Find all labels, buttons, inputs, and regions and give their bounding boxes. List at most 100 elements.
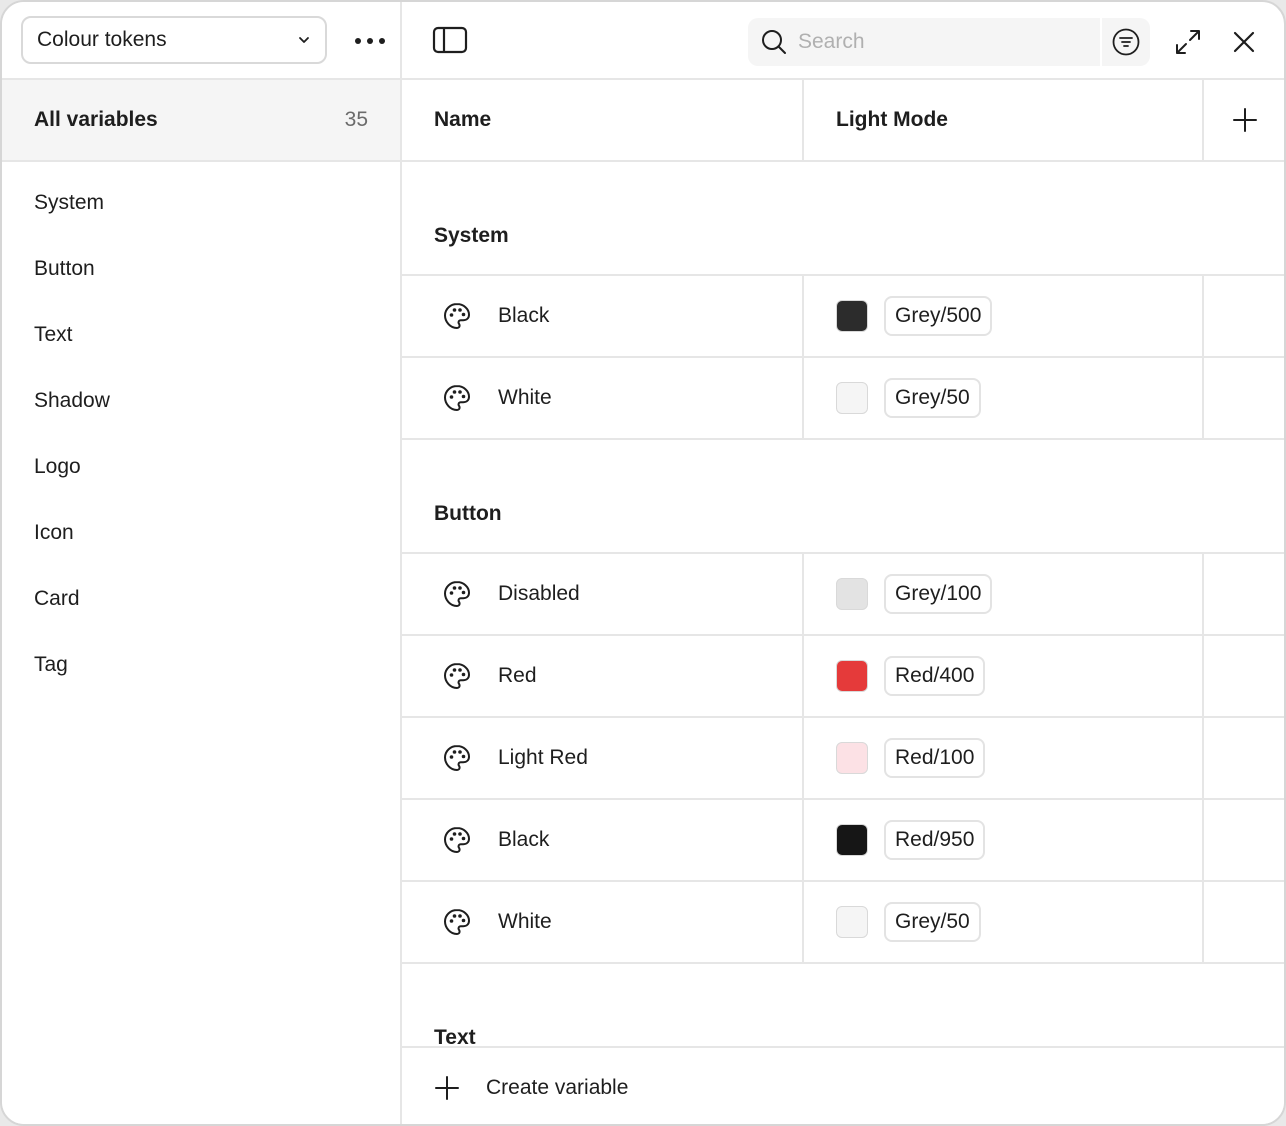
add-mode-button[interactable] <box>1204 80 1284 160</box>
empty-cell <box>1204 800 1284 880</box>
variable-name: White <box>498 910 552 933</box>
sidebar-toggle-icon <box>432 26 468 54</box>
sidebar-item-shadow[interactable]: Shadow <box>2 368 400 434</box>
color-swatch <box>836 742 868 774</box>
section-header: Button <box>402 440 1284 554</box>
sidebar-item-logo[interactable]: Logo <box>2 434 400 500</box>
search-icon <box>762 30 786 54</box>
variable-value-cell[interactable]: Red/400 <box>804 636 1204 716</box>
palette-icon <box>443 908 471 936</box>
all-variables-item[interactable]: All variables 35 <box>2 80 400 162</box>
empty-cell <box>1204 554 1284 634</box>
variable-value-cell[interactable]: Grey/500 <box>804 276 1204 356</box>
alias-pill[interactable]: Grey/50 <box>884 902 981 942</box>
section-header: System <box>402 162 1284 276</box>
variable-name: White <box>498 386 552 409</box>
collection-dropdown-label: Colour tokens <box>37 28 167 51</box>
expand-button[interactable] <box>1170 24 1206 60</box>
search-input[interactable] <box>798 30 1078 54</box>
variable-name-cell: Black <box>402 276 804 356</box>
table-row[interactable]: Black Grey/500 <box>402 276 1284 358</box>
table-row[interactable]: White Grey/50 <box>402 358 1284 440</box>
alias-pill[interactable]: Grey/100 <box>884 574 993 614</box>
sidebar-item-icon[interactable]: Icon <box>2 500 400 566</box>
column-header-name[interactable]: Name <box>402 80 804 160</box>
palette-icon <box>443 744 471 772</box>
variable-value-cell[interactable]: Red/100 <box>804 718 1204 798</box>
sidebar: Colour tokens All variables 35 System Bu… <box>2 2 402 1124</box>
more-icon <box>355 38 385 44</box>
collection-dropdown[interactable]: Colour tokens <box>21 16 327 64</box>
palette-icon <box>443 826 471 854</box>
variable-value-cell[interactable]: Grey/100 <box>804 554 1204 634</box>
variable-name-cell: Red <box>402 636 804 716</box>
variable-name-cell: Disabled <box>402 554 804 634</box>
empty-cell <box>1204 718 1284 798</box>
sidebar-item-button[interactable]: Button <box>2 236 400 302</box>
palette-icon <box>443 302 471 330</box>
plus-icon <box>1233 108 1257 132</box>
alias-pill[interactable]: Grey/50 <box>884 378 981 418</box>
close-icon <box>1233 31 1255 53</box>
variable-name-cell: Black <box>402 800 804 880</box>
color-swatch <box>836 660 868 692</box>
empty-cell <box>1204 882 1284 962</box>
color-swatch <box>836 906 868 938</box>
variables-table: System Black Grey/500 White Grey/50 Button Dis… <box>402 162 1284 1046</box>
variable-name-cell: Light Red <box>402 718 804 798</box>
color-swatch <box>836 578 868 610</box>
variable-value-cell[interactable]: Red/950 <box>804 800 1204 880</box>
table-row[interactable]: Red Red/400 <box>402 636 1284 718</box>
section-header: Text <box>402 964 1284 1046</box>
variable-value-cell[interactable]: Grey/50 <box>804 358 1204 438</box>
all-variables-label: All variables <box>34 108 158 131</box>
search-box <box>748 18 1100 66</box>
group-list: System Button Text Shadow Logo Icon Card… <box>2 162 400 698</box>
sidebar-item-card[interactable]: Card <box>2 566 400 632</box>
empty-cell <box>1204 358 1284 438</box>
table-row[interactable]: Light Red Red/100 <box>402 718 1284 800</box>
empty-cell <box>1204 276 1284 356</box>
variable-name: Light Red <box>498 746 588 769</box>
toolbar <box>402 2 1284 80</box>
sidebar-item-text[interactable]: Text <box>2 302 400 368</box>
sidebar-item-system[interactable]: System <box>2 170 400 236</box>
variable-name: Black <box>498 304 550 327</box>
main-panel: Name Light Mode System Black Grey/500 White… <box>402 2 1284 1124</box>
palette-icon <box>443 580 471 608</box>
chevron-down-icon <box>299 37 309 43</box>
variable-name-cell: White <box>402 358 804 438</box>
table-header: Name Light Mode <box>402 80 1284 162</box>
alias-pill[interactable]: Red/400 <box>884 656 986 696</box>
palette-icon <box>443 662 471 690</box>
variable-name: Disabled <box>498 582 580 605</box>
more-options-button[interactable] <box>348 24 392 58</box>
alias-pill[interactable]: Red/100 <box>884 738 986 778</box>
color-swatch <box>836 382 868 414</box>
alias-pill[interactable]: Red/950 <box>884 820 986 860</box>
table-row[interactable]: Black Red/950 <box>402 800 1284 882</box>
plus-icon <box>435 1076 459 1100</box>
empty-cell <box>1204 636 1284 716</box>
create-variable-button[interactable]: Create variable <box>402 1046 1284 1124</box>
all-variables-count: 35 <box>344 108 368 131</box>
sidebar-header: Colour tokens <box>2 2 400 80</box>
column-header-light-mode[interactable]: Light Mode <box>804 80 1204 160</box>
variable-name: Black <box>498 828 550 851</box>
variable-value-cell[interactable]: Grey/50 <box>804 882 1204 962</box>
close-button[interactable] <box>1226 24 1262 60</box>
color-swatch <box>836 300 868 332</box>
table-row[interactable]: Disabled Grey/100 <box>402 554 1284 636</box>
filter-icon <box>1112 28 1140 56</box>
color-swatch <box>836 824 868 856</box>
filter-button[interactable] <box>1102 18 1150 66</box>
table-row[interactable]: White Grey/50 <box>402 882 1284 964</box>
palette-icon <box>443 384 471 412</box>
expand-icon <box>1176 30 1200 54</box>
variable-name: Red <box>498 664 537 687</box>
variable-name-cell: White <box>402 882 804 962</box>
create-variable-label: Create variable <box>486 1076 629 1099</box>
sidebar-toggle-button[interactable] <box>432 26 468 56</box>
sidebar-item-tag[interactable]: Tag <box>2 632 400 698</box>
alias-pill[interactable]: Grey/500 <box>884 296 993 336</box>
